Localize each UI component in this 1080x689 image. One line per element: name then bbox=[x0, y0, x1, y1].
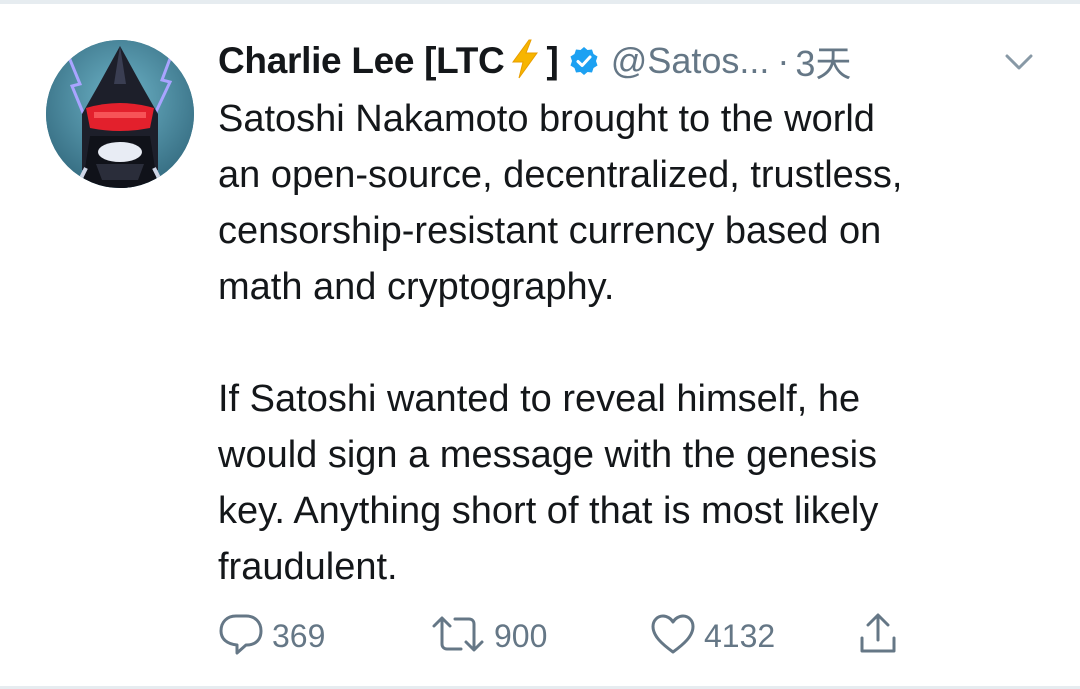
retweet-count: 900 bbox=[494, 617, 548, 654]
share-icon bbox=[858, 612, 898, 661]
lightning-bolt-icon bbox=[510, 39, 540, 84]
reply-icon bbox=[218, 612, 264, 661]
heart-icon bbox=[650, 613, 696, 660]
tweet-header: Charlie Lee [LTC ] @Satos... · 3天 bbox=[218, 36, 851, 86]
tweet-paragraph-1: Satoshi Nakamoto brought to the world an… bbox=[218, 98, 903, 308]
retweet-button[interactable]: 900 bbox=[430, 612, 547, 660]
author-name-suffix: ] bbox=[546, 40, 559, 81]
like-button[interactable]: 4132 bbox=[650, 612, 775, 660]
author-handle[interactable]: @Satos... bbox=[611, 40, 770, 82]
like-count: 4132 bbox=[704, 617, 776, 654]
share-button[interactable] bbox=[858, 612, 898, 660]
tweet-paragraph-2: If Satoshi wanted to reveal himself, he … bbox=[218, 378, 879, 588]
reply-count: 369 bbox=[272, 617, 326, 654]
reply-button[interactable]: 369 bbox=[218, 612, 325, 660]
avatar[interactable] bbox=[46, 40, 194, 188]
top-divider bbox=[0, 0, 1080, 4]
tweet-text: Satoshi Nakamoto brought to the world an… bbox=[218, 91, 1048, 595]
retweet-icon bbox=[430, 612, 486, 661]
tweet-timestamp[interactable]: 3天 bbox=[795, 35, 851, 87]
chevron-down-icon[interactable] bbox=[1002, 50, 1036, 74]
avatar-image bbox=[46, 40, 194, 188]
tweet-actions: 369 900 4132 bbox=[218, 612, 1018, 660]
author-name[interactable]: Charlie Lee [LTC bbox=[218, 40, 505, 82]
verified-badge-icon bbox=[569, 46, 599, 76]
separator-dot: · bbox=[777, 40, 790, 81]
